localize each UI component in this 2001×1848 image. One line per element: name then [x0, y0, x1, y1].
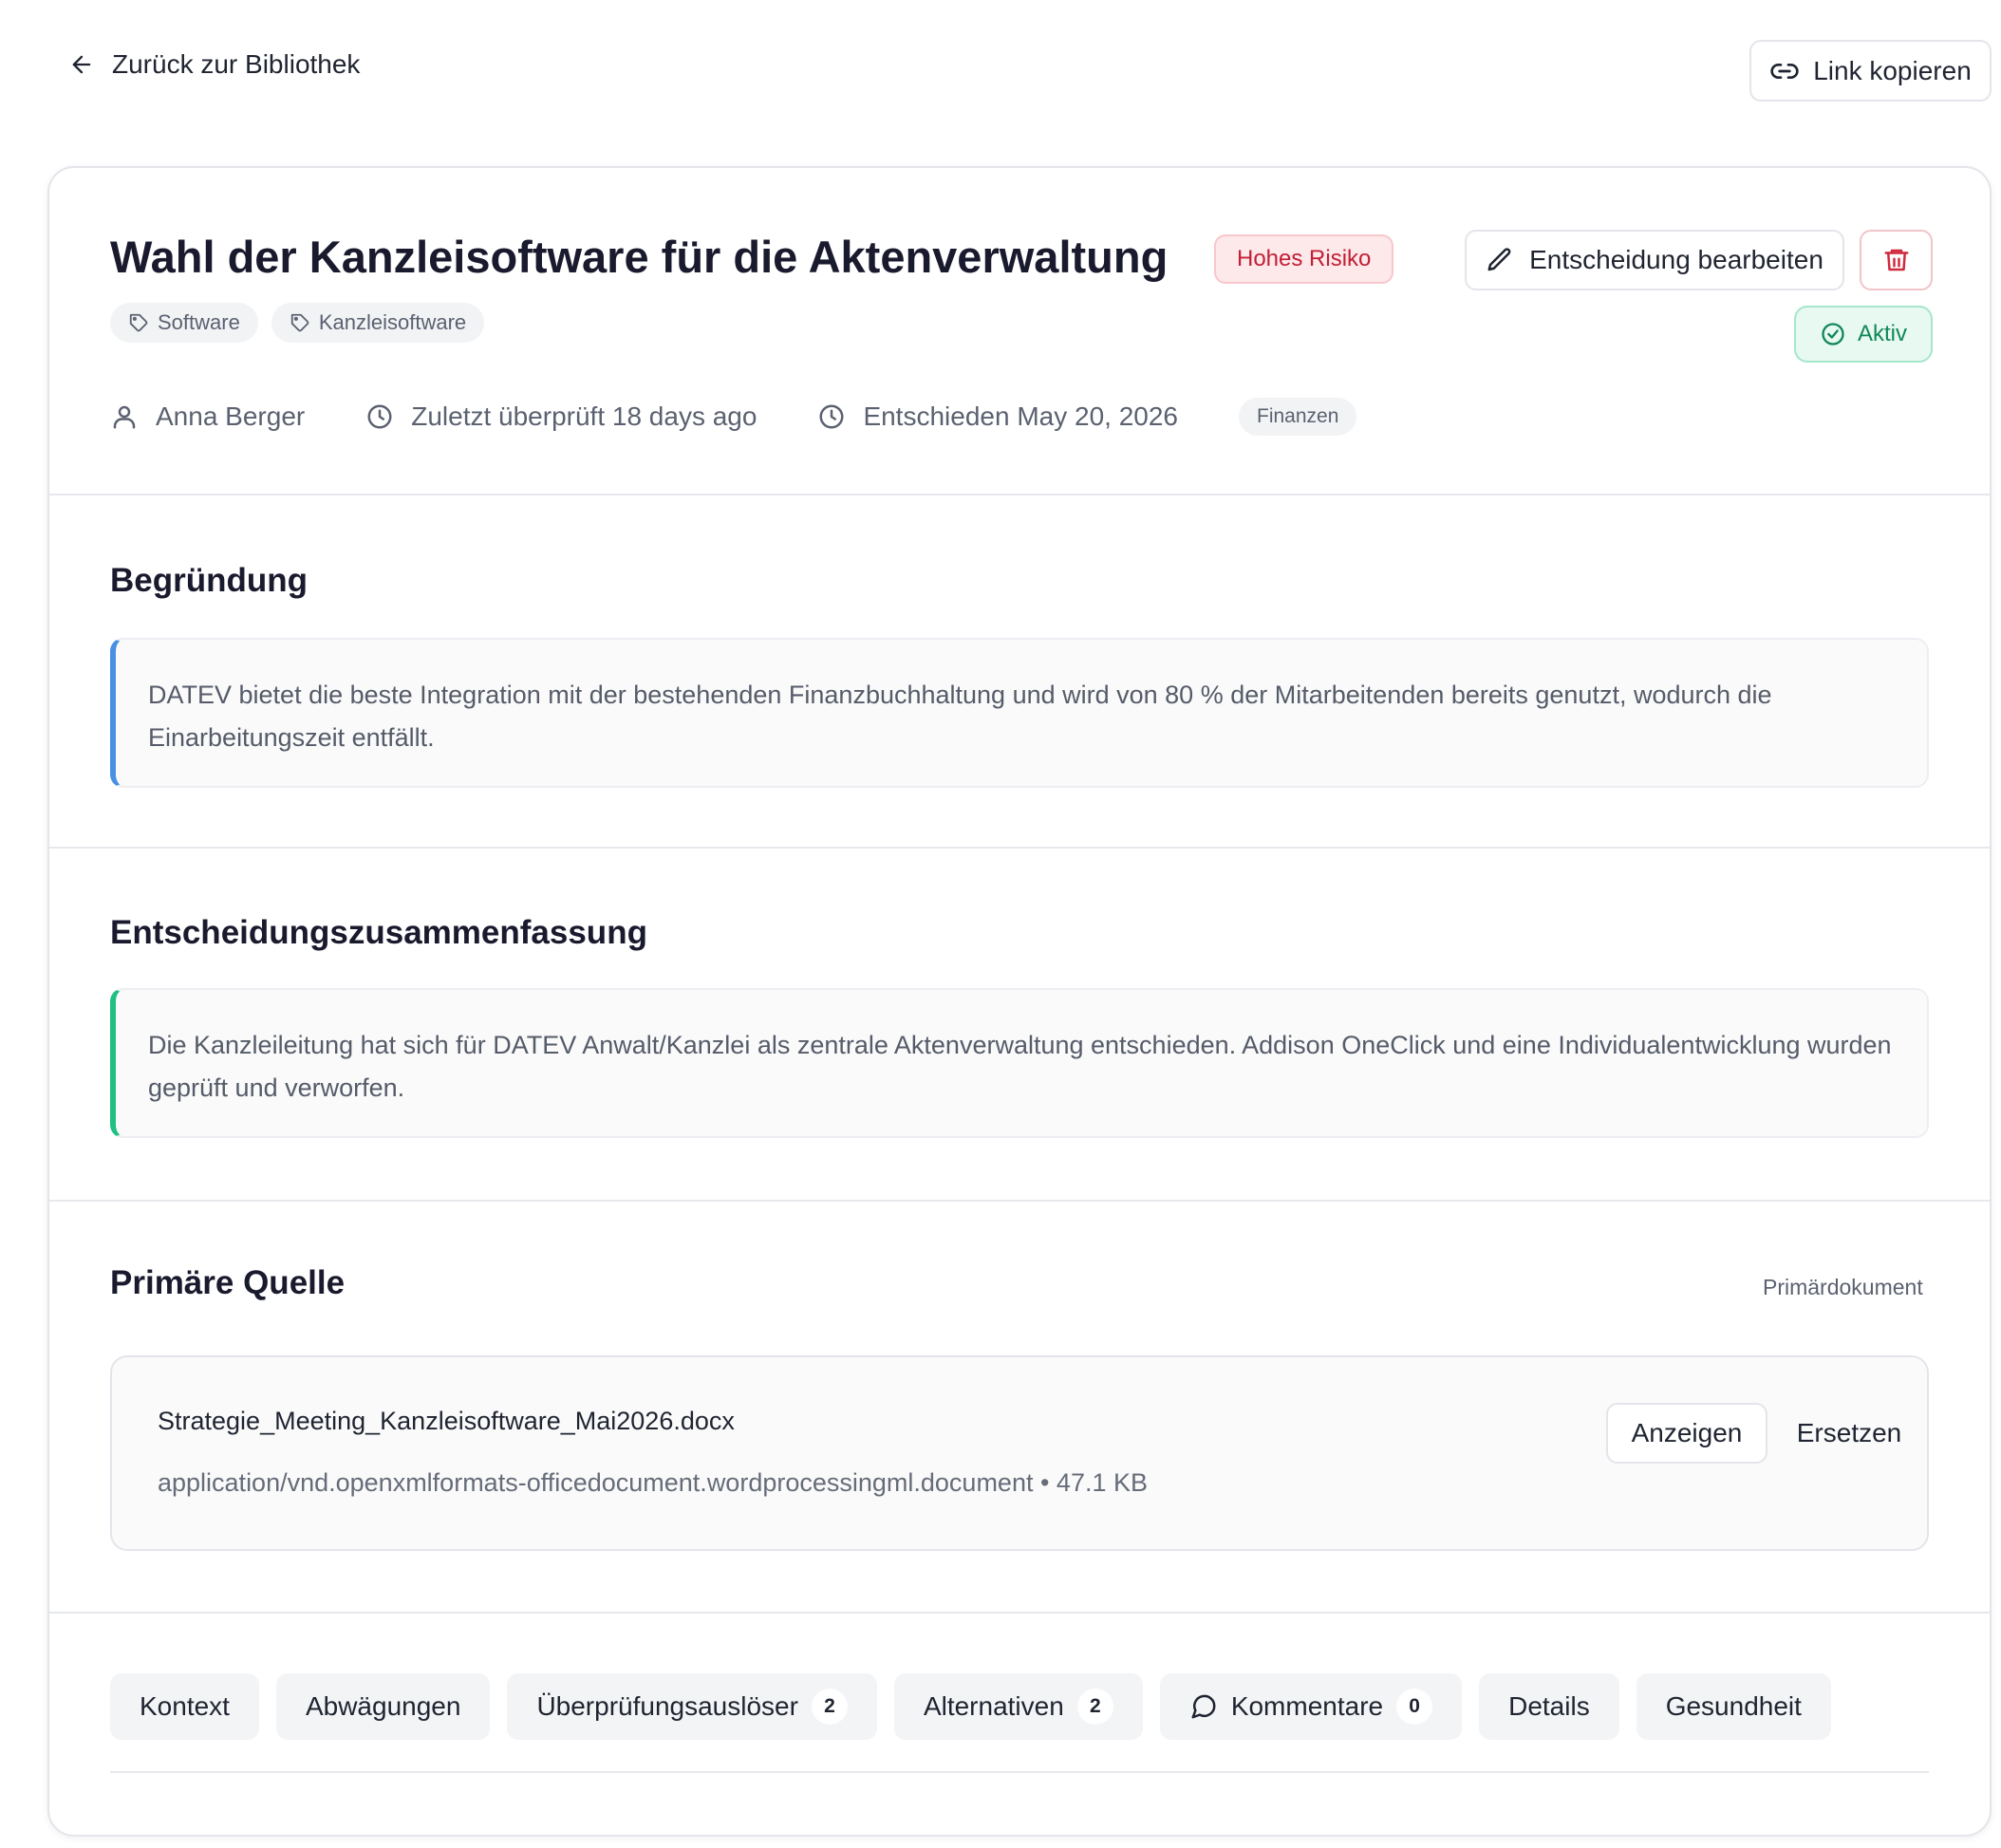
- top-bar: Zurück zur Bibliothek Link kopieren: [0, 0, 2001, 142]
- tag-chip[interactable]: Kanzleisoftware: [271, 303, 485, 343]
- tab-context[interactable]: Kontext: [110, 1673, 259, 1740]
- reasoning-text: DATEV bietet die beste Integration mit d…: [110, 638, 1929, 788]
- tab-count-badge: 0: [1396, 1689, 1433, 1725]
- tab-label: Kommentare: [1230, 1691, 1384, 1721]
- edit-decision-button[interactable]: Entscheidung bearbeiten: [1465, 230, 1844, 290]
- tag-icon: [290, 312, 310, 333]
- tab-comments[interactable]: Kommentare 0: [1159, 1673, 1463, 1740]
- tab-alternatives[interactable]: Alternativen 2: [893, 1673, 1143, 1740]
- reasoning-section: Begründung DATEV bietet die beste Integr…: [49, 495, 1990, 849]
- owner-name: Anna Berger: [156, 401, 306, 431]
- summary-section: Entscheidungszusammenfassung Die Kanzlei…: [49, 849, 1990, 1202]
- tabs-area: Kontext Abwägungen Überprüfungsauslöser …: [49, 1614, 1990, 1835]
- arrow-left-icon: [68, 51, 95, 78]
- view-file-button[interactable]: Anzeigen: [1606, 1403, 1767, 1464]
- primary-source-section: Primäre Quelle Primärdokument Strategie_…: [49, 1202, 1990, 1614]
- file-name: Strategie_Meeting_Kanzleisoftware_Mai202…: [158, 1407, 735, 1435]
- tab-label: Abwägungen: [305, 1691, 461, 1721]
- check-circle-icon: [1820, 321, 1846, 347]
- tab-label: Überprüfungsauslöser: [536, 1691, 798, 1721]
- reasoning-heading: Begründung: [110, 562, 309, 599]
- comment-icon: [1189, 1692, 1218, 1721]
- tag-chip[interactable]: Software: [110, 303, 258, 343]
- user-icon: [110, 402, 139, 431]
- decided-date-text: Entschieden May 20, 2026: [863, 401, 1178, 431]
- last-reviewed-text: Zuletzt überprüft 18 days ago: [411, 401, 757, 431]
- summary-heading: Entscheidungszusammenfassung: [110, 914, 647, 951]
- status-badge: Aktiv: [1794, 306, 1933, 363]
- tab-tradeoffs[interactable]: Abwägungen: [275, 1673, 491, 1740]
- department-badge: Finanzen: [1239, 398, 1357, 436]
- last-reviewed: Zuletzt überprüft 18 days ago: [365, 401, 757, 432]
- primary-document-label: Primärdokument: [1763, 1275, 1923, 1299]
- copy-link-label: Link kopieren: [1813, 55, 1972, 85]
- tab-review-triggers[interactable]: Überprüfungsauslöser 2: [507, 1673, 877, 1740]
- decision-card: Wahl der Kanzleisoftware für die Aktenve…: [47, 166, 1992, 1837]
- tag-label: Kanzleisoftware: [318, 310, 467, 334]
- tab-count-badge: 2: [811, 1689, 848, 1725]
- pencil-icon: [1486, 246, 1514, 274]
- tabs-divider: [110, 1771, 1929, 1773]
- tag-label: Software: [158, 310, 240, 334]
- source-file-card: Strategie_Meeting_Kanzleisoftware_Mai202…: [110, 1355, 1929, 1551]
- tab-label: Kontext: [140, 1691, 230, 1721]
- tab-bar: Kontext Abwägungen Überprüfungsauslöser …: [110, 1673, 1831, 1740]
- owner: Anna Berger: [110, 401, 305, 432]
- copy-link-button[interactable]: Link kopieren: [1749, 40, 1992, 102]
- back-to-library-link[interactable]: Zurück zur Bibliothek: [68, 49, 360, 80]
- tab-label: Gesundheit: [1665, 1691, 1802, 1721]
- clock-icon: [817, 402, 846, 431]
- file-meta: application/vnd.openxmlformats-officedoc…: [158, 1468, 1148, 1497]
- tab-label: Alternativen: [923, 1691, 1064, 1721]
- decision-header: Wahl der Kanzleisoftware für die Aktenve…: [49, 168, 1990, 495]
- decision-title: Wahl der Kanzleisoftware für die Aktenve…: [110, 232, 1169, 282]
- replace-file-button[interactable]: Ersetzen: [1783, 1403, 1916, 1464]
- risk-badge: Hohes Risiko: [1214, 234, 1394, 284]
- tab-details[interactable]: Details: [1479, 1673, 1619, 1740]
- tag-icon: [128, 312, 149, 333]
- delete-decision-button[interactable]: [1860, 230, 1933, 290]
- status-label: Aktiv: [1857, 321, 1907, 346]
- summary-text: Die Kanzleileitung hat sich für DATEV An…: [110, 988, 1929, 1138]
- link-icon: [1769, 56, 1800, 86]
- primary-source-heading: Primäre Quelle: [110, 1264, 346, 1301]
- tab-count-badge: 2: [1076, 1689, 1113, 1725]
- decided-date: Entschieden May 20, 2026: [817, 401, 1178, 432]
- tab-health[interactable]: Gesundheit: [1636, 1673, 1831, 1740]
- tag-list: Software Kanzleisoftware: [110, 303, 485, 343]
- back-link-label: Zurück zur Bibliothek: [112, 49, 361, 79]
- clock-icon: [365, 402, 394, 431]
- trash-icon: [1882, 246, 1911, 274]
- decision-meta: Anna Berger Zuletzt überprüft 18 days ag…: [110, 398, 1357, 436]
- tab-label: Details: [1508, 1691, 1590, 1721]
- edit-decision-label: Entscheidung bearbeiten: [1529, 245, 1823, 274]
